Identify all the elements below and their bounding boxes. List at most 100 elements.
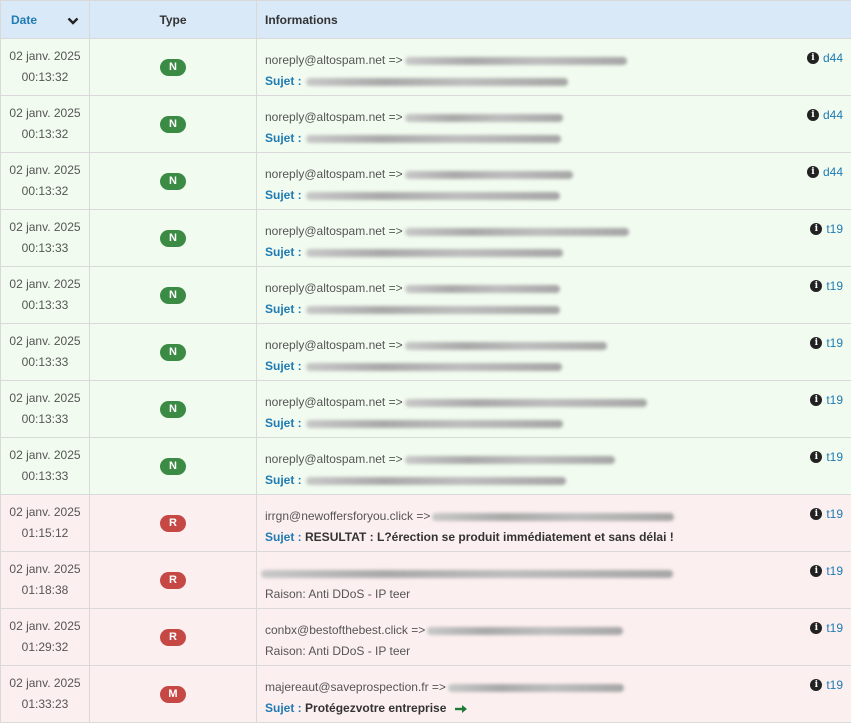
- info-cell: noreply@altospam.net =>Sujet :it19: [257, 381, 851, 438]
- info-icon[interactable]: i: [810, 565, 822, 577]
- redacted-subject: [306, 477, 566, 485]
- chevron-down-icon[interactable]: [67, 16, 79, 26]
- server-tag-link[interactable]: t19: [826, 621, 843, 635]
- time-text: 00:13:33: [1, 466, 89, 487]
- type-badge: N: [160, 230, 186, 247]
- sender-line: conbx@bestofthebest.click =>: [265, 620, 843, 641]
- date-text: 02 janv. 2025: [1, 217, 89, 238]
- type-cell: N: [90, 153, 257, 210]
- detail-line: Sujet :: [265, 356, 843, 377]
- date-cell: 02 janv. 202501:18:38: [1, 552, 90, 609]
- table-row[interactable]: 02 janv. 202500:13:32Nnoreply@altospam.n…: [1, 39, 851, 96]
- type-cell: N: [90, 438, 257, 495]
- info-icon[interactable]: i: [810, 508, 822, 520]
- arrow-right-icon[interactable]: [454, 704, 468, 714]
- date-text: 02 janv. 2025: [1, 502, 89, 523]
- reason-text: Raison: Anti DDoS - IP teer: [265, 644, 410, 658]
- info-cell: noreply@altospam.net =>Sujet :id44: [257, 39, 851, 96]
- server-tag-link[interactable]: t19: [826, 279, 843, 293]
- info-icon[interactable]: i: [807, 166, 819, 178]
- info-icon[interactable]: i: [807, 109, 819, 121]
- table-row[interactable]: 02 janv. 202500:13:33Nnoreply@altospam.n…: [1, 381, 851, 438]
- sender-address: majereaut@saveprospection.fr =>: [265, 680, 446, 694]
- server-tag-link[interactable]: d44: [823, 108, 843, 122]
- redacted-subject: [306, 78, 568, 86]
- server-tag-link[interactable]: d44: [823, 165, 843, 179]
- type-cell: R: [90, 495, 257, 552]
- info-icon[interactable]: i: [807, 52, 819, 64]
- server-tag-link[interactable]: t19: [826, 336, 843, 350]
- table-row[interactable]: 02 janv. 202501:29:32Rconbx@bestofthebes…: [1, 609, 851, 666]
- message-log-table: Date Type Informations 02 janv. 202500:1…: [0, 0, 851, 723]
- type-column-header[interactable]: Type: [90, 1, 257, 39]
- sender-address: noreply@altospam.net =>: [265, 395, 403, 409]
- sender-address: noreply@altospam.net =>: [265, 452, 403, 466]
- server-tag-link[interactable]: t19: [826, 507, 843, 521]
- date-text: 02 janv. 2025: [1, 445, 89, 466]
- type-badge: M: [160, 686, 186, 703]
- info-icon[interactable]: i: [810, 622, 822, 634]
- type-badge: N: [160, 59, 186, 76]
- type-badge: N: [160, 344, 186, 361]
- date-cell: 02 janv. 202500:13:32: [1, 39, 90, 96]
- table-row[interactable]: 02 janv. 202500:13:33Nnoreply@altospam.n…: [1, 324, 851, 381]
- row-actions: i t19: [810, 678, 843, 692]
- info-icon[interactable]: i: [810, 394, 822, 406]
- redacted-subject: [306, 249, 563, 257]
- info-icon[interactable]: i: [810, 451, 822, 463]
- redacted-recipient: [405, 285, 560, 293]
- type-badge: N: [160, 173, 186, 190]
- info-cell: irrgn@newoffersforyou.click =>Sujet : RE…: [257, 495, 851, 552]
- time-text: 01:15:12: [1, 523, 89, 544]
- table-row[interactable]: 02 janv. 202501:18:38RRaison: Anti DDoS …: [1, 552, 851, 609]
- redacted-subject: [306, 420, 563, 428]
- detail-line: Sujet :: [265, 128, 843, 149]
- date-column-header[interactable]: Date: [1, 1, 90, 39]
- server-tag-link[interactable]: d44: [823, 51, 843, 65]
- redacted-recipient: [405, 114, 563, 122]
- table-row[interactable]: 02 janv. 202500:13:33Nnoreply@altospam.n…: [1, 267, 851, 324]
- server-tag-link[interactable]: t19: [826, 222, 843, 236]
- time-text: 01:33:23: [1, 694, 89, 715]
- info-icon[interactable]: i: [810, 280, 822, 292]
- table-row[interactable]: 02 janv. 202501:33:23Mmajereaut@savepros…: [1, 666, 851, 723]
- server-tag-link[interactable]: t19: [826, 450, 843, 464]
- type-cell: R: [90, 609, 257, 666]
- table-row[interactable]: 02 janv. 202500:13:33Nnoreply@altospam.n…: [1, 210, 851, 267]
- date-cell: 02 janv. 202500:13:33: [1, 267, 90, 324]
- type-cell: N: [90, 96, 257, 153]
- detail-line: Raison: Anti DDoS - IP teer: [265, 641, 843, 662]
- date-cell: 02 janv. 202500:13:33: [1, 210, 90, 267]
- redacted-recipient: [405, 456, 615, 464]
- type-cell: N: [90, 39, 257, 96]
- row-actions: i t19: [810, 279, 843, 293]
- subject-label: Sujet :: [265, 302, 302, 316]
- date-text: 02 janv. 2025: [1, 160, 89, 181]
- type-badge: N: [160, 116, 186, 133]
- info-icon[interactable]: i: [810, 337, 822, 349]
- time-text: 00:13:32: [1, 124, 89, 145]
- redacted-subject: [306, 306, 560, 314]
- redacted-subject: [306, 135, 561, 143]
- server-tag-link[interactable]: t19: [826, 564, 843, 578]
- table-row[interactable]: 02 janv. 202500:13:32Nnoreply@altospam.n…: [1, 96, 851, 153]
- table-row[interactable]: 02 janv. 202500:13:32Nnoreply@altospam.n…: [1, 153, 851, 210]
- info-icon[interactable]: i: [810, 223, 822, 235]
- sender-line: [265, 563, 843, 584]
- reason-text: Raison: Anti DDoS - IP teer: [265, 587, 410, 601]
- table-row[interactable]: 02 janv. 202501:15:12Rirrgn@newoffersfor…: [1, 495, 851, 552]
- info-icon[interactable]: i: [810, 679, 822, 691]
- sender-line: noreply@altospam.net =>: [265, 107, 843, 128]
- redacted-subject: [306, 363, 562, 371]
- subject-label: Sujet :: [265, 74, 302, 88]
- date-cell: 02 janv. 202500:13:33: [1, 381, 90, 438]
- server-tag-link[interactable]: t19: [826, 393, 843, 407]
- subject-label: Sujet :: [265, 701, 302, 715]
- server-tag-link[interactable]: t19: [826, 678, 843, 692]
- info-cell: conbx@bestofthebest.click => Raison: Anti…: [257, 609, 851, 666]
- info-column-header[interactable]: Informations: [257, 1, 851, 39]
- redacted-recipient: [405, 57, 627, 65]
- detail-line: Raison: Anti DDoS - IP teer: [265, 584, 843, 605]
- table-row[interactable]: 02 janv. 202500:13:33Nnoreply@altospam.n…: [1, 438, 851, 495]
- type-badge: R: [160, 629, 186, 646]
